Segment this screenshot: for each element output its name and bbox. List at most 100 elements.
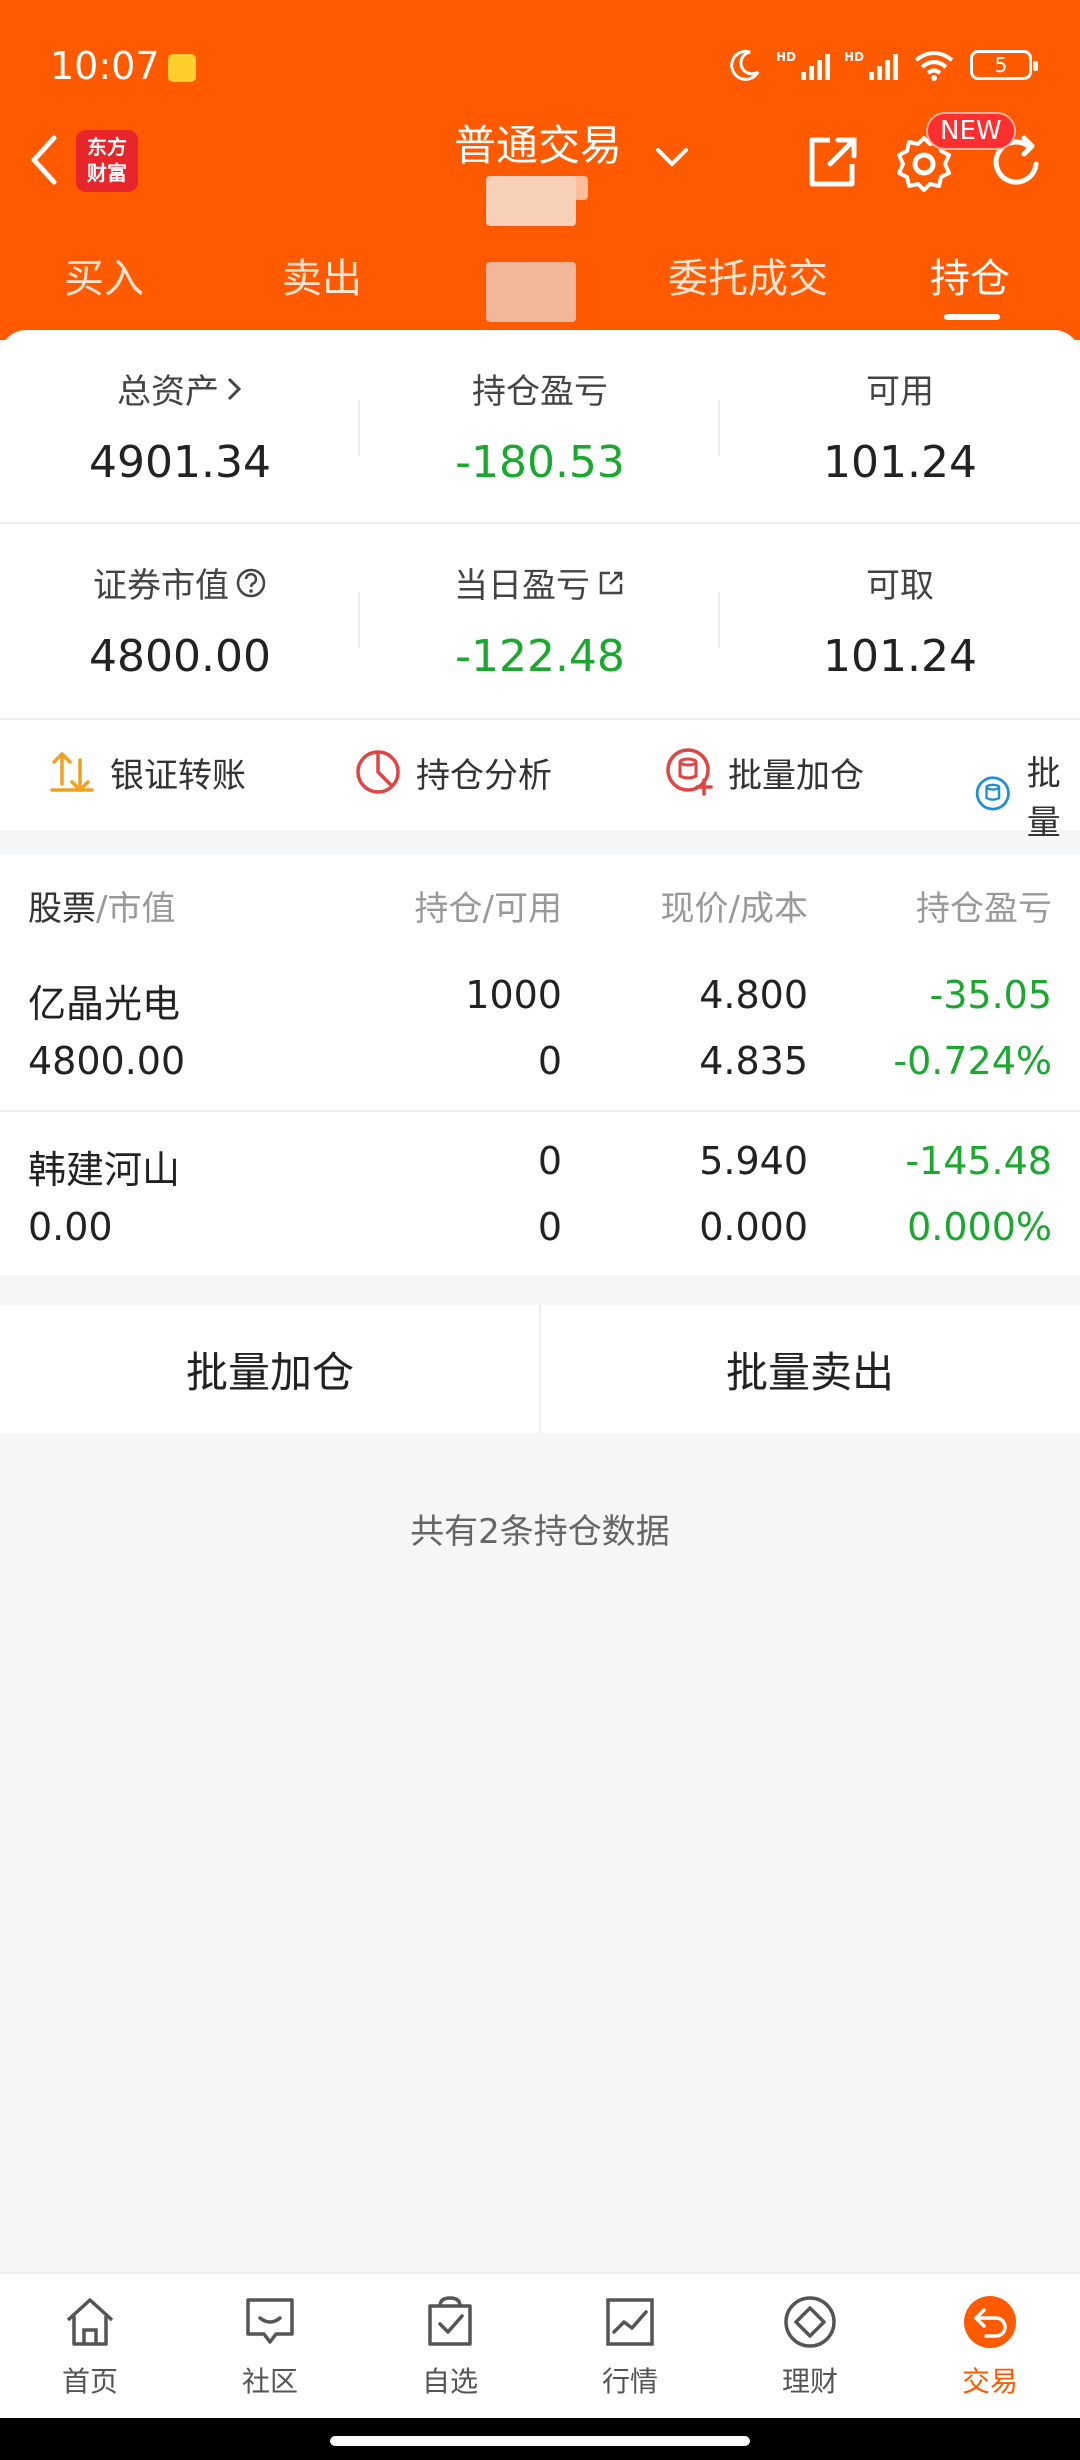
stock-cost: 0.000 xyxy=(699,1205,808,1249)
battery-icon: 5 xyxy=(970,50,1038,80)
batch-sell-button[interactable]: 批量卖出 xyxy=(540,1305,1080,1433)
page-title[interactable]: 普通交易 xyxy=(454,112,622,173)
nav-label: 交易 xyxy=(961,2365,1018,2398)
wealth-icon xyxy=(784,2296,836,2348)
nav-watchlist[interactable]: 自选 xyxy=(360,2292,540,2400)
quick-action-batch-add[interactable]: 批量加仓 xyxy=(664,746,864,798)
nav-trade[interactable]: 交易 xyxy=(900,2292,1080,2400)
batch-actions: 批量加仓 批量卖出 xyxy=(0,1305,1080,1433)
available-label: 可用 xyxy=(866,372,934,412)
signal-label: HD xyxy=(775,50,796,64)
quick-action-label: 银证转账 xyxy=(110,755,246,796)
quick-actions: 银证转账 持仓分析 批量加仓 批量 xyxy=(0,718,1080,843)
logo-line1: 东方 xyxy=(87,135,127,159)
quick-action-label: 批量加仓 xyxy=(728,755,864,796)
holding-pl-label: 持仓盈亏 xyxy=(472,372,608,412)
quick-action-label: 批量 xyxy=(1026,754,1061,843)
nav-label: 首页 xyxy=(61,2365,118,2398)
quick-action-analysis[interactable]: 持仓分析 xyxy=(352,746,552,798)
row-divider xyxy=(0,1110,1080,1112)
signal-icon: HD xyxy=(776,50,830,80)
tab-sell[interactable]: 卖出 xyxy=(282,246,362,304)
trade-icon xyxy=(964,2296,1016,2348)
daily-pl-label: 当日盈亏 xyxy=(454,566,590,606)
market-value-label: 证券市值 xyxy=(93,566,229,606)
row-divider xyxy=(0,522,1080,524)
stock-pl-pct: -0.724% xyxy=(893,1039,1052,1083)
stock-market-value: 0.00 xyxy=(28,1205,113,1249)
market-icon xyxy=(606,2298,654,2346)
stock-name: 亿晶光电 xyxy=(28,982,181,1026)
total-assets[interactable]: 总资产 4901.34 xyxy=(0,364,360,488)
nav-wealth[interactable]: 理财 xyxy=(720,2292,900,2400)
stock-pl-pct: 0.000% xyxy=(907,1205,1052,1249)
header-position: 持仓/可用 xyxy=(414,889,562,929)
header-pl: 持仓盈亏 xyxy=(916,889,1052,929)
market-value-value: 4800.00 xyxy=(89,631,271,682)
watchlist-icon xyxy=(428,2296,472,2346)
available-funds: 可用 101.24 xyxy=(720,364,1080,488)
nav-home[interactable]: 首页 xyxy=(0,2292,180,2400)
status-bar: 10:07 HD HD 5 xyxy=(0,40,1080,100)
stock-position: 1000 xyxy=(465,973,562,1017)
tab-holdings[interactable]: 持仓 xyxy=(930,246,1010,304)
help-icon[interactable] xyxy=(235,567,267,599)
quick-action-batch[interactable]: 批量 xyxy=(974,746,1080,844)
stock-pl: -145.48 xyxy=(905,1139,1052,1183)
bottom-nav: 首页 社区 自选 行情 理财 交易 xyxy=(0,2272,1080,2418)
app-header: 10:07 HD HD 5 东方 财富 普通交易 NEW 买入 卖出 委托成交 … xyxy=(0,0,1080,340)
total-assets-value: 4901.34 xyxy=(89,437,271,488)
batch-add-button[interactable]: 批量加仓 xyxy=(0,1305,540,1433)
holding-pl-value: -180.53 xyxy=(455,437,625,488)
quick-action-transfer[interactable]: 银证转账 xyxy=(46,746,246,798)
tab-orders[interactable]: 委托成交 xyxy=(668,246,828,304)
moon-icon xyxy=(730,49,760,81)
withdrawable-label: 可取 xyxy=(866,566,934,606)
chevron-down-icon[interactable] xyxy=(652,142,692,172)
total-assets-label: 总资产 xyxy=(117,372,219,412)
stock-available: 0 xyxy=(537,1039,562,1083)
nav-label: 自选 xyxy=(421,2365,478,2398)
stock-cost: 4.835 xyxy=(699,1039,808,1083)
back-arrow-icon[interactable] xyxy=(22,132,66,188)
stock-pl: -35.05 xyxy=(929,973,1053,1017)
nav-market[interactable]: 行情 xyxy=(540,2292,720,2400)
logo-line2: 财富 xyxy=(87,161,127,185)
holdings-table: 股票/市值 持仓/可用 现价/成本 持仓盈亏 亿晶光电 4800.00 1000… xyxy=(0,855,1080,1275)
trade-tabs: 买入 卖出 委托成交 持仓 xyxy=(0,236,1080,326)
app-logo: 东方 财富 xyxy=(76,130,138,192)
new-badge: NEW xyxy=(926,112,1016,150)
batch-icon xyxy=(975,776,1010,811)
withdrawable-value: 101.24 xyxy=(823,631,977,682)
pie-chart-icon xyxy=(356,750,400,794)
market-value: 证券市值 4800.00 xyxy=(0,558,360,682)
batch-add-icon xyxy=(666,748,713,796)
daily-pl-value: -122.48 xyxy=(455,631,625,682)
transfer-icon xyxy=(50,752,94,792)
daily-pl[interactable]: 当日盈亏 -122.48 xyxy=(360,558,720,682)
nav-label: 行情 xyxy=(601,2365,658,2398)
nav-community[interactable]: 社区 xyxy=(180,2292,360,2400)
withdrawable-funds: 可取 101.24 xyxy=(720,558,1080,682)
available-value: 101.24 xyxy=(823,437,977,488)
stock-name: 韩建河山 xyxy=(28,1148,181,1192)
header-price: 现价/成本 xyxy=(660,889,808,929)
home-indicator[interactable] xyxy=(330,2436,750,2446)
holdings-count-note: 共有2条持仓数据 xyxy=(410,1512,670,1552)
share-icon[interactable] xyxy=(800,130,864,194)
notification-icon xyxy=(168,54,196,82)
stock-market-value: 4800.00 xyxy=(28,1039,186,1083)
wifi-icon xyxy=(914,51,954,81)
quick-action-label: 持仓分析 xyxy=(416,755,552,796)
signal-icon-2: HD xyxy=(844,50,898,80)
stock-position: 0 xyxy=(537,1139,562,1183)
community-icon xyxy=(246,2298,294,2344)
chevron-right-icon xyxy=(227,377,242,400)
nav-label: 社区 xyxy=(241,2365,298,2398)
stock-price: 5.940 xyxy=(699,1139,808,1183)
stock-price: 4.800 xyxy=(699,973,808,1017)
nav-label: 理财 xyxy=(781,2365,838,2398)
holding-pl: 持仓盈亏 -180.53 xyxy=(360,364,720,488)
tab-buy[interactable]: 买入 xyxy=(64,246,144,304)
tab-indicator xyxy=(944,314,1000,320)
